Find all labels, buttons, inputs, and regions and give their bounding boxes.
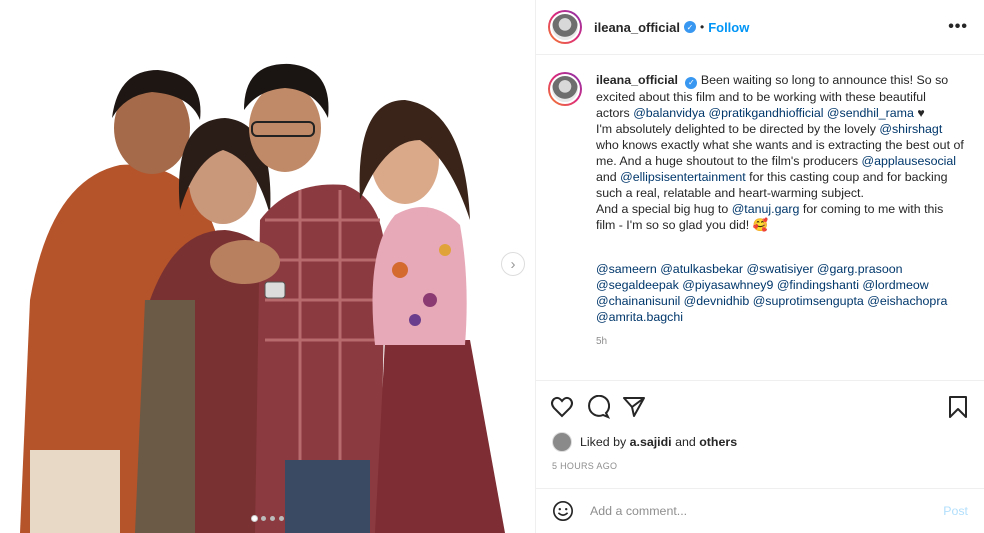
caption-text: ileana_official ✓ Been waiting so long t… bbox=[596, 72, 964, 350]
caption-line-wrap: And a special big hug to @tanuj.garg for… bbox=[596, 201, 964, 217]
caption-username[interactable]: ileana_official bbox=[596, 73, 678, 87]
save-bookmark-icon[interactable] bbox=[946, 395, 970, 419]
caption-avatar[interactable] bbox=[548, 72, 582, 106]
action-bar bbox=[536, 380, 984, 432]
mention-link[interactable]: @ellipsisentertainment bbox=[620, 170, 746, 184]
caption-line: for coming to me with this bbox=[802, 202, 944, 216]
caption-line: me. And a huge shoutout to the film's pr… bbox=[596, 154, 859, 168]
caption-line: and bbox=[596, 170, 617, 184]
post-comment-button[interactable]: Post bbox=[943, 504, 968, 518]
caption-line: such a real, relatable and heart-warming… bbox=[596, 186, 864, 200]
share-paper-plane-icon[interactable] bbox=[622, 395, 646, 419]
post-sidebar: ileana_official ✓ • Follow ••• ileana_of… bbox=[535, 0, 984, 533]
caption-line-wrap: I'm absolutely delighted to be directed … bbox=[596, 121, 964, 137]
carousel-dots bbox=[0, 516, 535, 521]
likes-others-link[interactable]: others bbox=[699, 435, 737, 449]
caption-line: excited about this film and to be workin… bbox=[596, 90, 926, 104]
credits-line[interactable]: @sameern @atulkasbekar @swatisiyer @garg… bbox=[596, 261, 964, 277]
mention-link[interactable]: @applausesocial bbox=[862, 154, 957, 168]
header-username[interactable]: ileana_official bbox=[594, 20, 680, 35]
carousel-dot bbox=[269, 516, 275, 521]
follow-button[interactable]: Follow bbox=[708, 20, 749, 35]
credits-line[interactable]: @segaldeepak @piyasawhney9 @findingshant… bbox=[596, 277, 964, 293]
liker-avatar[interactable] bbox=[552, 432, 572, 452]
credits-line[interactable]: @chainanisunil @devnidhib @suprotimsengu… bbox=[596, 293, 964, 309]
carousel-dot bbox=[278, 516, 284, 521]
caption-time[interactable]: 5h bbox=[596, 334, 964, 350]
carousel-dot bbox=[260, 516, 266, 521]
comment-icon[interactable] bbox=[586, 394, 610, 419]
post-photo bbox=[0, 0, 535, 533]
caption-line: Been waiting so long to announce this! S… bbox=[700, 73, 949, 87]
caption-line: for this casting coup and for backing bbox=[749, 170, 948, 184]
add-comment-bar: Post bbox=[536, 488, 984, 533]
emoji-icon[interactable] bbox=[552, 500, 574, 522]
likes-summary: Liked by a.sajidi and others bbox=[552, 432, 737, 452]
caption-gap bbox=[596, 233, 964, 247]
mention-link[interactable]: @sendhil_rama bbox=[827, 106, 914, 120]
comments-area[interactable]: ileana_official ✓ Been waiting so long t… bbox=[536, 56, 984, 378]
mention-link[interactable]: @balanvidya bbox=[633, 106, 705, 120]
caption-line: film - I'm so so glad you did! 🥰 bbox=[596, 218, 769, 232]
instagram-post: › ileana_official ✓ • Follow ••• ileana_… bbox=[0, 0, 984, 533]
caption-line-wrap: and @ellipsisentertainment for this cast… bbox=[596, 169, 964, 185]
post-media[interactable]: › bbox=[0, 0, 535, 533]
verified-icon: ✓ bbox=[685, 77, 698, 89]
verified-icon: ✓ bbox=[683, 21, 696, 33]
credits-line[interactable]: @amrita.bagchi bbox=[596, 309, 964, 325]
mention-link[interactable]: @tanuj.garg bbox=[732, 202, 800, 216]
liker-username[interactable]: a.sajidi bbox=[630, 435, 672, 449]
caption-line: I'm absolutely delighted to be directed … bbox=[596, 122, 876, 136]
caption-line: who knows exactly what she wants and is … bbox=[596, 138, 964, 152]
carousel-next-button[interactable]: › bbox=[501, 252, 525, 276]
avatar-image bbox=[550, 12, 580, 42]
likes-prefix: Liked by bbox=[580, 435, 627, 449]
caption: ileana_official ✓ Been waiting so long t… bbox=[548, 72, 968, 350]
avatar-image bbox=[550, 74, 580, 104]
carousel-dot-active bbox=[251, 516, 257, 521]
like-heart-icon[interactable] bbox=[550, 395, 574, 419]
post-header: ileana_official ✓ • Follow ••• bbox=[536, 0, 984, 55]
avatar[interactable] bbox=[548, 10, 582, 44]
header-separator: • bbox=[699, 20, 705, 34]
likes-and: and bbox=[675, 435, 696, 449]
mention-link[interactable]: @shirshagt bbox=[879, 122, 942, 136]
more-options-icon[interactable]: ••• bbox=[948, 18, 968, 36]
post-timestamp[interactable]: 5 HOURS AGO bbox=[552, 461, 617, 471]
caption-line: actors bbox=[596, 106, 630, 120]
heart-symbol: ♥ bbox=[917, 106, 925, 120]
caption-line: And a special big hug to bbox=[596, 202, 729, 216]
mention-link[interactable]: @pratikgandhiofficial bbox=[708, 106, 823, 120]
caption-gap bbox=[596, 247, 964, 261]
comment-input[interactable] bbox=[590, 504, 910, 518]
